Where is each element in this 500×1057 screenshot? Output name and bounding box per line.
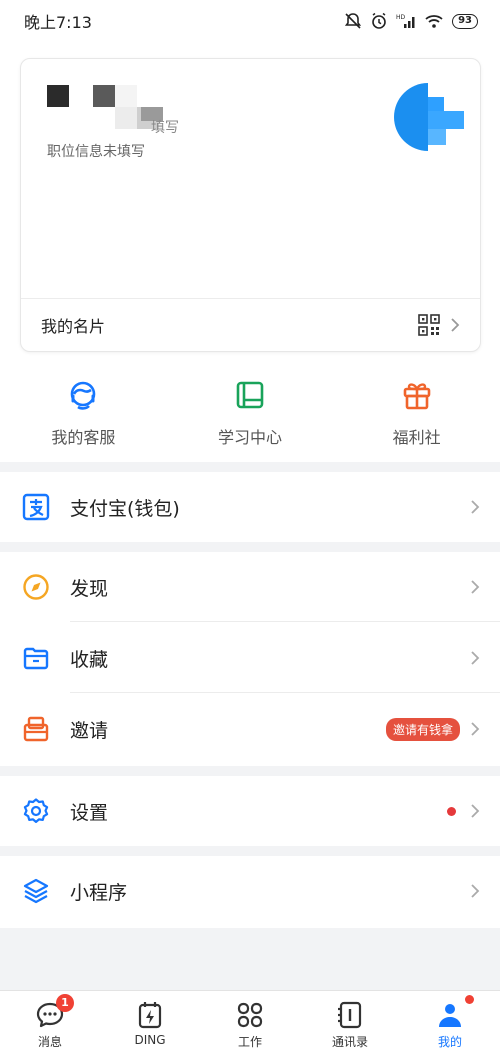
customer-service-icon — [71, 381, 96, 410]
menu-discover-label: 发现 — [70, 577, 109, 600]
work-grid-icon — [237, 1002, 263, 1028]
invite-reward-badge: 邀请有钱拿 — [385, 717, 460, 741]
menu-settings[interactable]: 设置 — [0, 776, 500, 846]
layers-icon — [23, 878, 49, 904]
wifi-icon — [425, 15, 443, 28]
row-divider — [70, 692, 500, 693]
qr-code-icon[interactable] — [418, 314, 440, 336]
gift-icon — [403, 383, 430, 410]
quick-actions: 我的客服 学习中心 福利社 — [0, 378, 500, 448]
profile-position: 职位信息未填写 — [47, 144, 145, 160]
svg-text:HD: HD — [396, 14, 406, 21]
gear-icon — [23, 798, 49, 823]
menu-invite[interactable]: 邀请 邀请有钱拿 — [0, 694, 500, 764]
tab-ding-label: DING — [134, 1033, 166, 1047]
invite-icon — [23, 716, 49, 742]
chevron-right-icon — [471, 722, 480, 736]
profile-card-body[interactable]: 填写 职位信息未填写 — [21, 59, 480, 299]
section-divider — [0, 542, 500, 552]
bottom-tab-bar: 1 消息 DING 工作 通讯录 我的 — [0, 990, 500, 1057]
my-card-label: 我的名片 — [41, 317, 106, 336]
quick-customer-service-label: 我的客服 — [51, 428, 116, 447]
status-icons: HD 93 — [344, 12, 478, 30]
section-divider — [0, 846, 500, 856]
my-card-row[interactable]: 我的名片 — [21, 299, 480, 351]
company-logo — [394, 83, 464, 151]
menu-favorites[interactable]: 收藏 — [0, 623, 500, 693]
quick-welfare[interactable]: 福利社 — [333, 378, 500, 448]
mute-notification-icon — [344, 13, 362, 29]
compass-icon — [23, 574, 49, 600]
quick-welfare-label: 福利社 — [392, 428, 441, 447]
me-notification-dot — [465, 995, 474, 1004]
tab-messages-label: 消息 — [37, 1035, 62, 1049]
settings-notification-dot — [447, 806, 456, 816]
profile-card[interactable]: 填写 职位信息未填写 我的名片 — [20, 58, 481, 352]
chevron-right-icon — [471, 804, 480, 818]
tab-work[interactable]: 工作 — [200, 991, 300, 1057]
menu-discover[interactable]: 发现 — [0, 552, 500, 622]
alipay-icon — [22, 493, 50, 521]
status-bar: 晚上7:13 HD 93 — [0, 0, 500, 42]
menu-alipay[interactable]: 支付宝(钱包) — [0, 472, 500, 542]
book-icon — [236, 381, 264, 409]
row-divider — [70, 621, 500, 622]
ding-lightning-icon — [138, 1002, 162, 1029]
blurred-name-block — [115, 85, 137, 107]
menu-settings-label: 设置 — [70, 801, 109, 824]
status-time: 晚上7:13 — [24, 13, 92, 32]
menu-mini-programs-label: 小程序 — [70, 881, 128, 904]
tab-work-label: 工作 — [237, 1035, 262, 1049]
profile-name-partial: 填写 — [151, 120, 179, 136]
quick-customer-service[interactable]: 我的客服 — [0, 378, 167, 448]
quick-learning-center-label: 学习中心 — [218, 428, 283, 447]
unread-count-badge: 1 — [56, 994, 74, 1012]
menu-mini-programs[interactable]: 小程序 — [0, 856, 500, 926]
chevron-right-icon — [471, 884, 480, 898]
tab-ding[interactable]: DING — [100, 991, 200, 1057]
tab-contacts[interactable]: 通讯录 — [300, 991, 400, 1057]
contacts-book-icon — [338, 1001, 362, 1029]
menu-invite-label: 邀请 — [70, 719, 109, 742]
profile-avatar-icon — [439, 1004, 461, 1027]
tab-me[interactable]: 我的 — [400, 991, 500, 1057]
blurred-name-block — [93, 85, 115, 107]
chevron-right-icon — [471, 651, 480, 665]
empty-area — [0, 928, 500, 990]
menu-alipay-label: 支付宝(钱包) — [70, 497, 180, 520]
folder-icon — [23, 647, 49, 670]
tab-contacts-label: 通讯录 — [331, 1035, 368, 1049]
section-divider — [0, 462, 500, 472]
alarm-icon — [372, 12, 386, 29]
chevron-right-icon — [471, 580, 480, 594]
tab-me-label: 我的 — [437, 1035, 462, 1049]
blurred-name-block — [115, 107, 137, 129]
tab-messages[interactable]: 1 消息 — [0, 991, 100, 1057]
cellular-signal-icon: HD — [396, 14, 415, 28]
chevron-right-icon — [471, 500, 480, 514]
section-divider — [0, 766, 500, 776]
chevron-right-icon — [451, 318, 460, 332]
blurred-name — [47, 85, 69, 107]
menu-favorites-label: 收藏 — [70, 648, 109, 671]
quick-learning-center[interactable]: 学习中心 — [167, 378, 334, 448]
battery-indicator: 93 — [452, 13, 478, 29]
